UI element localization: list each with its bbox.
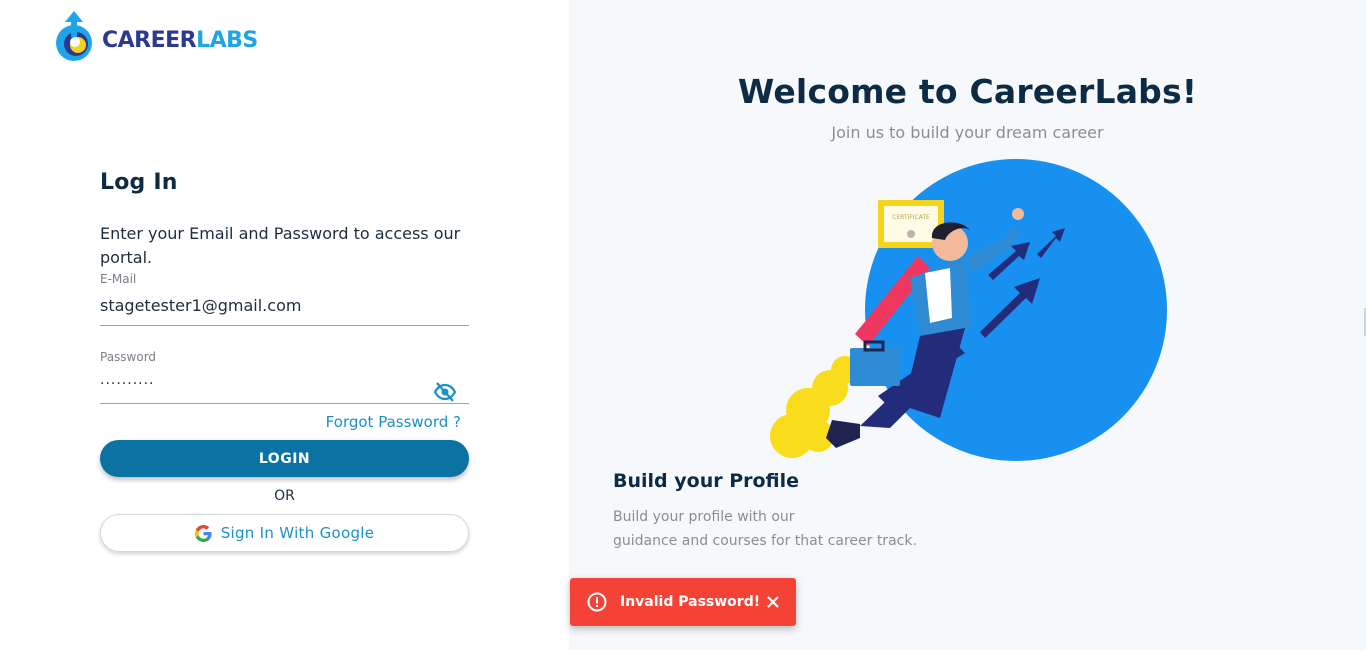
login-form: Log In Enter your Email and Password to … [100, 170, 469, 552]
logo-icon [56, 11, 92, 61]
password-input[interactable]: ·········· [100, 370, 469, 404]
logo-text-labs: LABS [196, 27, 258, 53]
login-description: Enter your Email and Password to access … [100, 224, 461, 267]
close-icon[interactable] [764, 593, 782, 611]
logo-text-career: CAREER [102, 27, 197, 53]
page-title: Log In [100, 170, 178, 195]
forgot-password-link[interactable]: Forgot Password ? [100, 413, 461, 431]
password-label: Password [100, 350, 157, 364]
hero-title: Welcome to CareerLabs! [737, 72, 1198, 111]
or-divider: OR [274, 488, 295, 504]
eye-off-icon[interactable] [433, 380, 457, 404]
careerlabs-logo[interactable]: CAREERLABS [54, 11, 258, 63]
google-signin-button[interactable]: Sign In With Google [100, 514, 469, 552]
login-button[interactable]: LOGIN [100, 440, 469, 477]
career-rocket-illustration: CERTIFICATE [770, 159, 1167, 461]
alert-circle-icon [587, 592, 607, 612]
email-label: E-Mail [100, 272, 137, 286]
email-input[interactable]: stagetester1@gmail.com [100, 292, 469, 326]
logo-text: CAREERLABS [102, 28, 258, 53]
error-toast: Invalid Password! [570, 578, 796, 626]
feature-description-line-1: Build your profile with our [613, 509, 795, 525]
toast-message: Invalid Password! [620, 594, 761, 610]
feature-description: Build your profile with our guidance and… [613, 505, 953, 553]
email-field: E-Mail stagetester1@gmail.com [100, 272, 469, 326]
google-icon [194, 524, 212, 542]
hero-subtitle: Join us to build your dream career [831, 123, 1104, 142]
feature-title: Build your Profile [613, 470, 800, 492]
password-field: Password ·········· [100, 350, 469, 404]
certificate-text: CERTIFICATE [892, 214, 930, 221]
feature-description-line-2: guidance and courses for that career tra… [613, 533, 917, 549]
google-button-label: Sign In With Google [220, 524, 375, 542]
